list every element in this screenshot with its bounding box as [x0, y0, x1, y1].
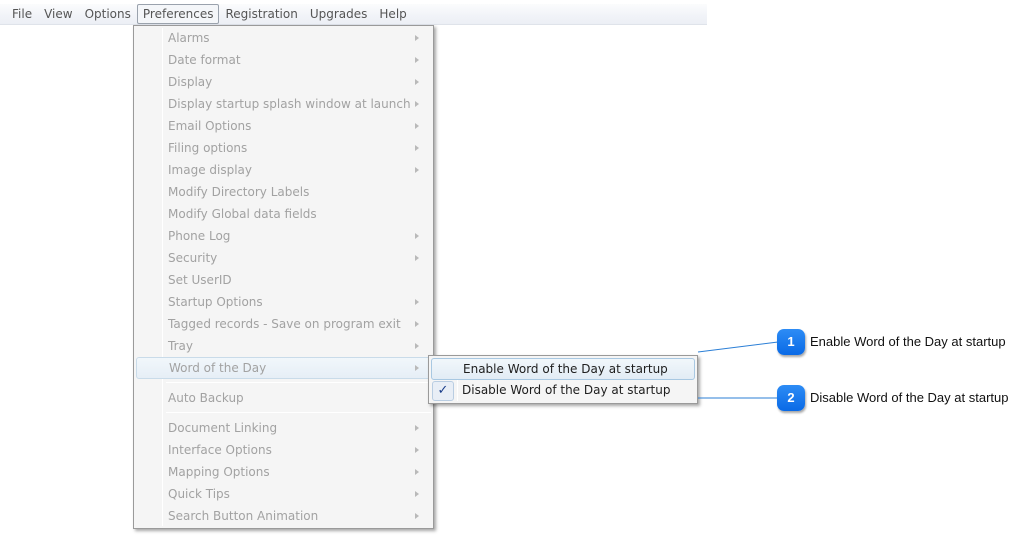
callout-text-1: Enable Word of the Day at startup [810, 334, 1006, 349]
callout-badge-1: 1 [777, 329, 805, 355]
callout-lines [697, 341, 779, 399]
callout-line-1 [697, 341, 779, 353]
callout-text-2: Disable Word of the Day at startup [810, 390, 1009, 405]
callout-badge-2: 2 [777, 385, 805, 411]
